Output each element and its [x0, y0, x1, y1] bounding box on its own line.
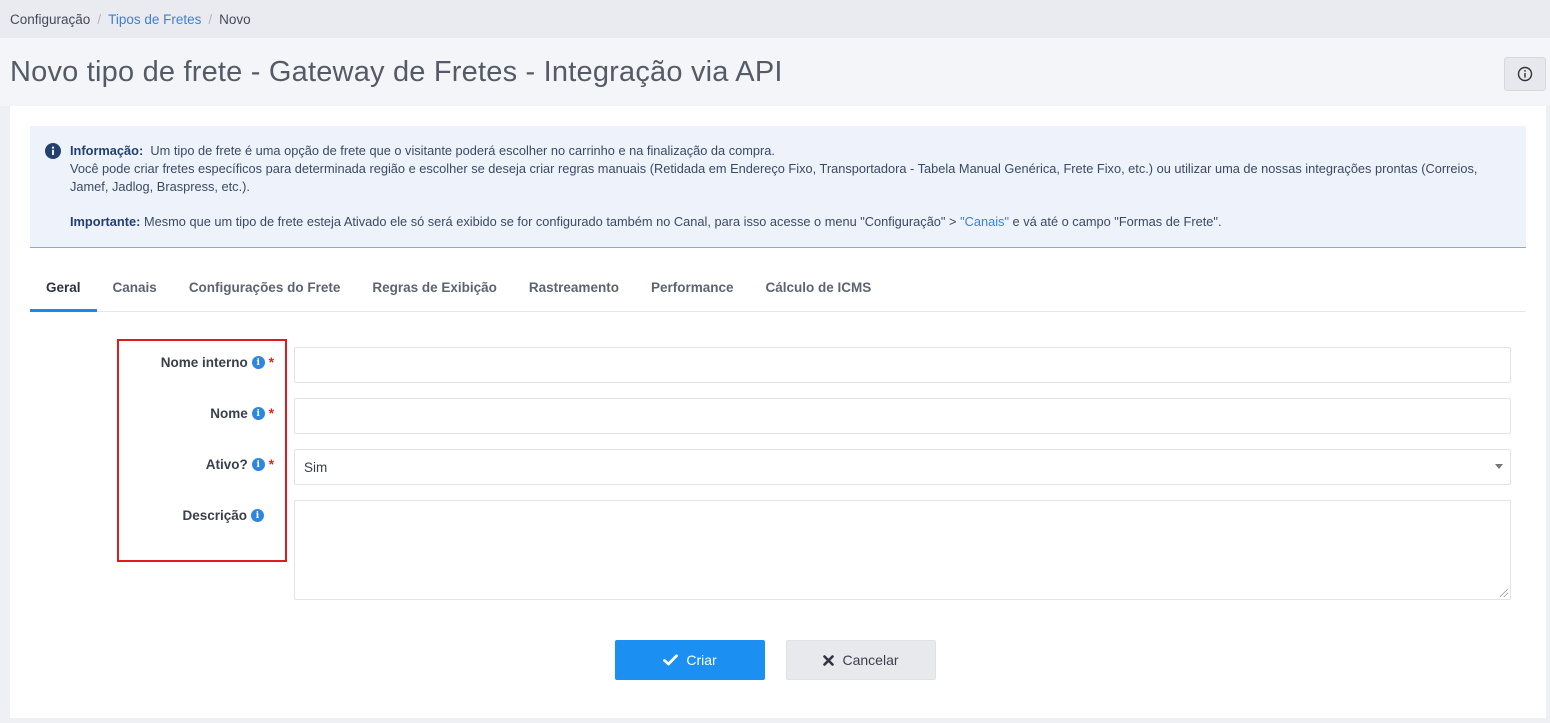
- important-text-before: Mesmo que um tipo de frete esteja Ativad…: [143, 214, 957, 229]
- required-asterisk: *: [268, 355, 274, 370]
- important-label: Importante:: [70, 214, 141, 229]
- tab-regras-de-exibicao[interactable]: Regras de Exibição: [356, 271, 513, 312]
- tab-configuracoes-do-frete[interactable]: Configurações do Frete: [173, 271, 357, 312]
- canais-link[interactable]: "Canais": [960, 214, 1009, 229]
- internal-name-label-text: Nome interno: [160, 355, 248, 370]
- title-bar: Novo tipo de frete - Gateway de Fretes -…: [0, 38, 1550, 106]
- info-icon: [45, 143, 61, 159]
- labels-highlight-box: [117, 339, 287, 562]
- important-paragraph: Importante: Mesmo que um tipo de frete e…: [70, 213, 1506, 231]
- info-icon[interactable]: i: [251, 356, 265, 369]
- help-button[interactable]: [1504, 57, 1546, 91]
- tab-canais[interactable]: Canais: [97, 271, 173, 312]
- cancel-button-label: Cancelar: [842, 652, 899, 668]
- tab-performance[interactable]: Performance: [635, 271, 750, 312]
- breadcrumb-configuracao[interactable]: Configuração: [10, 12, 90, 27]
- description-label: Descrição i: [182, 508, 264, 523]
- internal-name-label: Nome interno i *: [161, 355, 274, 370]
- name-input[interactable]: [294, 398, 1511, 434]
- create-button-label: Criar: [686, 652, 717, 668]
- info-icon[interactable]: i: [251, 458, 265, 471]
- tab-rastreamento[interactable]: Rastreamento: [513, 271, 635, 312]
- active-select-value: Sim: [304, 459, 328, 475]
- info-line-1: Um tipo de frete é uma opção de frete qu…: [150, 143, 775, 158]
- info-circle-icon: [1517, 66, 1533, 82]
- breadcrumb-separator: /: [97, 11, 102, 27]
- required-asterisk: *: [268, 406, 274, 421]
- active-label-text: Ativo?: [205, 457, 248, 472]
- breadcrumb-current: Novo: [219, 11, 251, 27]
- description-label-text: Descrição: [182, 508, 247, 523]
- name-label: Nome i *: [210, 406, 274, 421]
- description-textarea[interactable]: [294, 500, 1511, 600]
- info-box: Informação: Um tipo de frete é uma opção…: [30, 126, 1526, 248]
- close-icon: [823, 654, 835, 666]
- active-label: Ativo? i *: [206, 457, 274, 472]
- info-icon[interactable]: i: [251, 509, 264, 522]
- tab-bar: Geral Canais Configurações do Frete Regr…: [30, 271, 1526, 312]
- required-asterisk: *: [268, 457, 274, 472]
- breadcrumb: Configuração / Tipos de Fretes / Novo: [0, 0, 1550, 38]
- check-icon: [663, 654, 679, 666]
- page-title: Novo tipo de frete - Gateway de Fretes -…: [10, 56, 783, 88]
- main-card: Informação: Um tipo de frete é uma opção…: [10, 106, 1546, 718]
- create-button[interactable]: Criar: [615, 640, 765, 680]
- cancel-button[interactable]: Cancelar: [786, 640, 936, 680]
- name-label-text: Nome: [210, 406, 248, 421]
- active-select[interactable]: Sim: [294, 449, 1511, 485]
- info-paragraph: Informação: Um tipo de frete é uma opção…: [70, 142, 1506, 196]
- resize-handle-icon[interactable]: [1500, 589, 1508, 597]
- caret-down-icon: [1495, 464, 1503, 469]
- tab-calculo-de-icms[interactable]: Cálculo de ICMS: [749, 271, 887, 312]
- info-label: Informação:: [70, 143, 144, 158]
- info-icon[interactable]: i: [251, 407, 265, 420]
- internal-name-input[interactable]: [294, 347, 1511, 383]
- important-text-after: e vá até o campo "Formas de Frete".: [1012, 214, 1222, 229]
- breadcrumb-separator: /: [208, 11, 213, 27]
- tab-geral[interactable]: Geral: [30, 271, 97, 312]
- breadcrumb-tipos-de-fretes[interactable]: Tipos de Fretes: [108, 12, 201, 27]
- info-line-2: Você pode criar fretes específicos para …: [70, 161, 1478, 194]
